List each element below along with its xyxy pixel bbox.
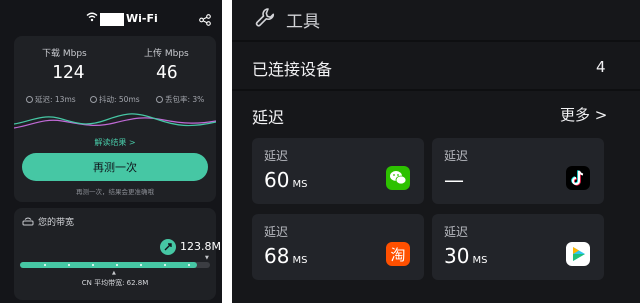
- download-label: 下载 Mbps: [42, 49, 87, 59]
- retest-hint: 再测一次，结果会更准确哦: [76, 188, 154, 196]
- latency-tile-label: 延迟: [444, 149, 469, 163]
- latency-tile-value: 68 MS: [264, 244, 307, 268]
- latency-metric: 延迟: 13ms: [26, 94, 76, 105]
- latency-tile-value: —: [444, 168, 467, 192]
- bandwidth-title: 您的带宽: [38, 218, 75, 228]
- upload-label: 上传 Mbps: [144, 49, 189, 59]
- divider: [232, 40, 640, 42]
- latency-tile-number: 60: [264, 168, 290, 192]
- latency-metric-text: 延迟: 13ms: [35, 95, 76, 104]
- upload-series-line: [14, 117, 216, 129]
- more-link[interactable]: 更多 >: [560, 104, 607, 125]
- speed-line-chart: [14, 113, 216, 129]
- rocket-icon: [160, 239, 176, 255]
- jitter-icon: [90, 96, 97, 103]
- status-bar: Wi-Fi: [0, 6, 222, 28]
- latency-tile-taobao[interactable]: 延迟 68 MS 淘: [252, 214, 424, 280]
- bandwidth-bar: [20, 262, 210, 268]
- packet-loss-metric: 丢包率: 3%: [156, 94, 204, 105]
- share-icon[interactable]: [199, 14, 211, 26]
- latency-tile-value: 60 MS: [264, 168, 307, 192]
- video-play-icon: [566, 242, 590, 266]
- latency-tile-number: 68: [264, 244, 290, 268]
- latency-tile-label: 延迟: [444, 225, 469, 239]
- divider: [232, 89, 640, 91]
- speed-result-card: 下载 Mbps 上传 Mbps 124 46 延迟: 13ms 抖动: 50ms…: [14, 36, 216, 202]
- bandwidth-pointer-icon: ▼: [205, 255, 209, 261]
- speedtest-panel: Wi-Fi 下载 Mbps 上传 Mbps 124 46 延迟: 13ms 抖动…: [0, 0, 222, 303]
- tools-title: 工具: [286, 12, 320, 32]
- bandwidth-card: 您的带宽 123.8M ▼ ▲ CN 平均带宽: 62.8M: [14, 208, 221, 300]
- read-result-link[interactable]: 解读结果 >: [14, 137, 216, 148]
- latency-tile-unit: MS: [292, 255, 308, 266]
- bandwidth-bar-marker: [188, 264, 190, 266]
- bandwidth-value: 123.8M: [180, 240, 221, 253]
- bandwidth-bar-marker: [140, 264, 142, 266]
- bandwidth-bar-marker: [164, 264, 166, 266]
- bandwidth-bar-marker: [92, 264, 94, 266]
- upload-value: 46: [156, 62, 178, 83]
- latency-tile-number: 30: [444, 244, 470, 268]
- connected-devices-label[interactable]: 已连接设备: [252, 56, 332, 80]
- latency-tile-unit: MS: [292, 179, 308, 190]
- bandwidth-bar-marker: [68, 264, 70, 266]
- average-pointer-icon: ▲: [112, 270, 116, 276]
- bandwidth-bar-marker: [116, 264, 118, 266]
- latency-tile-label: 延迟: [264, 149, 289, 163]
- packet-loss-icon: [156, 96, 163, 103]
- latency-tile-label: 延迟: [264, 225, 289, 239]
- latency-icon: [26, 96, 33, 103]
- download-series-line: [14, 113, 216, 127]
- taobao-glyph: 淘: [390, 245, 406, 264]
- latency-section-title: 延迟: [252, 108, 285, 127]
- network-name: Wi-Fi: [126, 12, 158, 25]
- bandwidth-bar-fill: [20, 262, 197, 268]
- bandwidth-bar-marker: [44, 264, 46, 266]
- ssid-redacted-block: [100, 13, 124, 26]
- latency-tile-tiktok[interactable]: 延迟 —: [432, 138, 604, 204]
- latency-tile-video[interactable]: 延迟 30 MS: [432, 214, 604, 280]
- connected-devices-count: 4: [596, 58, 606, 76]
- wrench-icon: [255, 8, 275, 27]
- packet-loss-metric-text: 丢包率: 3%: [165, 95, 205, 104]
- wechat-icon: [386, 166, 410, 190]
- router-icon: [22, 217, 34, 226]
- jitter-metric: 抖动: 50ms: [90, 94, 140, 105]
- average-bandwidth: CN 平均带宽: 62.8M: [81, 279, 149, 287]
- latency-tile-value: 30 MS: [444, 244, 487, 268]
- download-value: 124: [52, 62, 85, 83]
- latency-tile-wechat[interactable]: 延迟 60 MS: [252, 138, 424, 204]
- latency-tile-unit: MS: [472, 255, 488, 266]
- tools-panel: 工具 已连接设备 4 延迟 更多 > 延迟 60 MS 延迟 — 延迟 68 M…: [232, 0, 640, 303]
- retest-button[interactable]: 再测一次: [22, 153, 208, 181]
- jitter-metric-text: 抖动: 50ms: [99, 95, 140, 104]
- latency-tile-number: —: [444, 168, 464, 192]
- tiktok-icon: [566, 166, 590, 190]
- taobao-icon: 淘: [386, 242, 410, 266]
- wifi-icon: [86, 12, 98, 22]
